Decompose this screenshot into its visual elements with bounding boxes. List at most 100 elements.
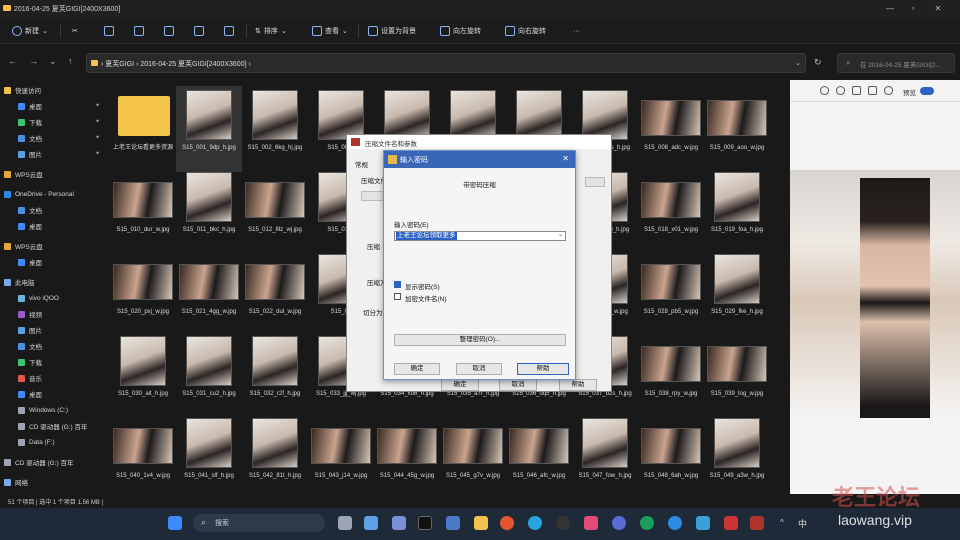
- close-icon[interactable]: ✕: [562, 154, 569, 163]
- input-language[interactable]: 中: [798, 517, 807, 530]
- task-view-icon[interactable]: [338, 516, 352, 530]
- more-button[interactable]: ···: [573, 24, 580, 38]
- file-item[interactable]: S15_011_bkc_h.jpg: [176, 168, 242, 254]
- file-item[interactable]: S15_049_a3w_h.jpg: [704, 414, 770, 500]
- edge-icon[interactable]: [668, 516, 682, 530]
- sidebar-item[interactable]: 文档 ✦: [0, 132, 104, 144]
- archive-cancel-button[interactable]: 取消: [499, 379, 537, 391]
- breadcrumb-item-2[interactable]: 2016-04-25 夏芙GIGI[2400X3600]: [140, 61, 246, 68]
- encrypt-names-checkbox[interactable]: [394, 293, 401, 300]
- cut-button[interactable]: ✂: [72, 24, 78, 38]
- sidebar-item[interactable]: 网络: [0, 476, 104, 488]
- archive-ok-button[interactable]: 确定: [441, 379, 479, 391]
- sidebar-item[interactable]: Windows (C:): [0, 404, 104, 416]
- chevron-down-icon[interactable]: ⌄: [558, 231, 563, 238]
- file-item[interactable]: S15_020_pxj_w.jpg: [110, 250, 176, 336]
- paste-button[interactable]: [134, 24, 144, 38]
- tab-general[interactable]: 常规: [355, 159, 368, 169]
- file-item[interactable]: S15_046_afc_w.jpg: [506, 414, 572, 500]
- app-icon[interactable]: [612, 516, 626, 530]
- file-item[interactable]: S15_019_foa_h.jpg: [704, 168, 770, 254]
- file-explorer-icon[interactable]: [474, 516, 488, 530]
- sidebar-item[interactable]: 文档: [0, 204, 104, 216]
- sidebar-item[interactable]: 文档: [0, 340, 104, 352]
- sidebar-item[interactable]: CD 驱动器 (G:) 百年: [0, 456, 104, 468]
- password-field[interactable]: 上老王论坛领取更多 ⌄: [394, 231, 566, 241]
- rotate-right-button[interactable]: 向右旋转: [505, 24, 546, 38]
- refresh-icon[interactable]: ↻: [814, 57, 822, 68]
- password-help-button[interactable]: 帮助: [517, 363, 569, 375]
- file-item[interactable]: S15_038_rpy_w.jpg: [638, 332, 704, 418]
- file-item[interactable]: S15_028_pb5_w.jpg: [638, 250, 704, 336]
- share-button[interactable]: [194, 24, 204, 38]
- telegram-icon[interactable]: [528, 516, 542, 530]
- file-item[interactable]: S15_047_fow_h.jpg: [572, 414, 638, 500]
- color-icon[interactable]: [852, 86, 861, 95]
- media-player-icon[interactable]: [556, 516, 570, 530]
- sidebar-item[interactable]: 下载 ✦: [0, 116, 104, 128]
- sidebar-item[interactable]: 桌面: [0, 256, 104, 268]
- start-icon[interactable]: [168, 516, 182, 530]
- file-item[interactable]: S15_048_6ah_w.jpg: [638, 414, 704, 500]
- sidebar-item[interactable]: OneDrive - Personal: [0, 188, 104, 200]
- app-icon[interactable]: [640, 516, 654, 530]
- tray-chevron-icon[interactable]: ^: [780, 518, 784, 527]
- sidebar-item[interactable]: 此电脑: [0, 276, 104, 288]
- organize-passwords-button[interactable]: 整理密码(O)...: [394, 334, 566, 346]
- sidebar-item[interactable]: WPS云盘: [0, 240, 104, 252]
- sidebar-item[interactable]: vivo iQOO: [0, 292, 104, 304]
- zoom-in-icon[interactable]: [820, 86, 829, 95]
- copy-button[interactable]: [104, 24, 114, 38]
- rotate-left-button[interactable]: 向左旋转: [440, 24, 481, 38]
- zoom-out-icon[interactable]: [836, 86, 845, 95]
- app-icon[interactable]: [446, 516, 460, 530]
- browse-button[interactable]: [585, 177, 605, 187]
- up-arrow-icon[interactable]: ↑: [68, 56, 73, 66]
- minimize-icon[interactable]: —: [884, 3, 896, 14]
- file-item[interactable]: S15_021_4gg_w.jpg: [176, 250, 242, 336]
- app-icon[interactable]: [696, 516, 710, 530]
- password-ok-button[interactable]: 确定: [394, 363, 440, 375]
- file-item[interactable]: S15_030_ait_h.jpg: [110, 332, 176, 418]
- app-icon[interactable]: [392, 516, 406, 530]
- address-bar[interactable]: › 夏芙GIGI › 2016-04-25 夏芙GIGI[2400X3600] …: [86, 53, 806, 73]
- file-item[interactable]: S15_002_6kg_hj.jpg: [242, 86, 308, 172]
- view-button[interactable]: 查看 ⌄: [312, 24, 348, 38]
- show-password-checkbox[interactable]: [394, 281, 401, 288]
- file-item[interactable]: S15_010_dur_w.jpg: [110, 168, 176, 254]
- tiktok-icon[interactable]: [418, 516, 432, 530]
- file-item[interactable]: S15_022_dul_w.jpg: [242, 250, 308, 336]
- image-icon[interactable]: [868, 86, 877, 95]
- new-button[interactable]: 新建 ⌄: [12, 24, 48, 38]
- recent-chevron-icon[interactable]: ⌄: [49, 56, 57, 67]
- file-item[interactable]: S15_041_slf_h.jpg: [176, 414, 242, 500]
- breadcrumb-item-1[interactable]: 夏芙GIGI: [105, 61, 134, 68]
- file-item[interactable]: S15_042_81t_h.jpg: [242, 414, 308, 500]
- sidebar-item[interactable]: 下载: [0, 356, 104, 368]
- sidebar-item[interactable]: 图片: [0, 324, 104, 336]
- sidebar-item[interactable]: WPS云盘: [0, 168, 104, 180]
- file-item[interactable]: S15_031_cu2_h.jpg: [176, 332, 242, 418]
- app-icon[interactable]: [364, 516, 378, 530]
- sidebar-item[interactable]: 视频: [0, 308, 104, 320]
- file-item[interactable]: S15_043_j14_w.jpg: [308, 414, 374, 500]
- folder-item[interactable]: 上老王论坛看更多资源: [110, 86, 176, 172]
- file-item[interactable]: S15_044_45g_w.jpg: [374, 414, 440, 500]
- search-input[interactable]: ⌕ 在 2016-04-25 夏芙GIGI[2...: [837, 53, 955, 73]
- close-icon[interactable]: ✕: [932, 3, 944, 14]
- archive-help-button[interactable]: 帮助: [559, 379, 597, 391]
- help-icon[interactable]: [884, 86, 893, 95]
- forward-arrow-icon[interactable]: →: [29, 56, 38, 66]
- file-item[interactable]: S15_040_1v4_w.jpg: [110, 414, 176, 500]
- sort-button[interactable]: ⇅ 排序 ⌄: [255, 24, 287, 38]
- app-icon[interactable]: [724, 516, 738, 530]
- sidebar-item[interactable]: CD 驱动器 (G:) 百年: [0, 420, 104, 432]
- delete-button[interactable]: [224, 24, 234, 38]
- taskbar-search[interactable]: ⌕ 搜索: [193, 514, 325, 532]
- file-item[interactable]: S15_009_aoo_w.jpg: [704, 86, 770, 172]
- sidebar-item[interactable]: Data (F:): [0, 436, 104, 448]
- winrar-icon[interactable]: [750, 516, 764, 530]
- preview-toggle[interactable]: [920, 87, 934, 95]
- file-item[interactable]: S15_039_log_w.jpg: [704, 332, 770, 418]
- sidebar-item[interactable]: 桌面: [0, 388, 104, 400]
